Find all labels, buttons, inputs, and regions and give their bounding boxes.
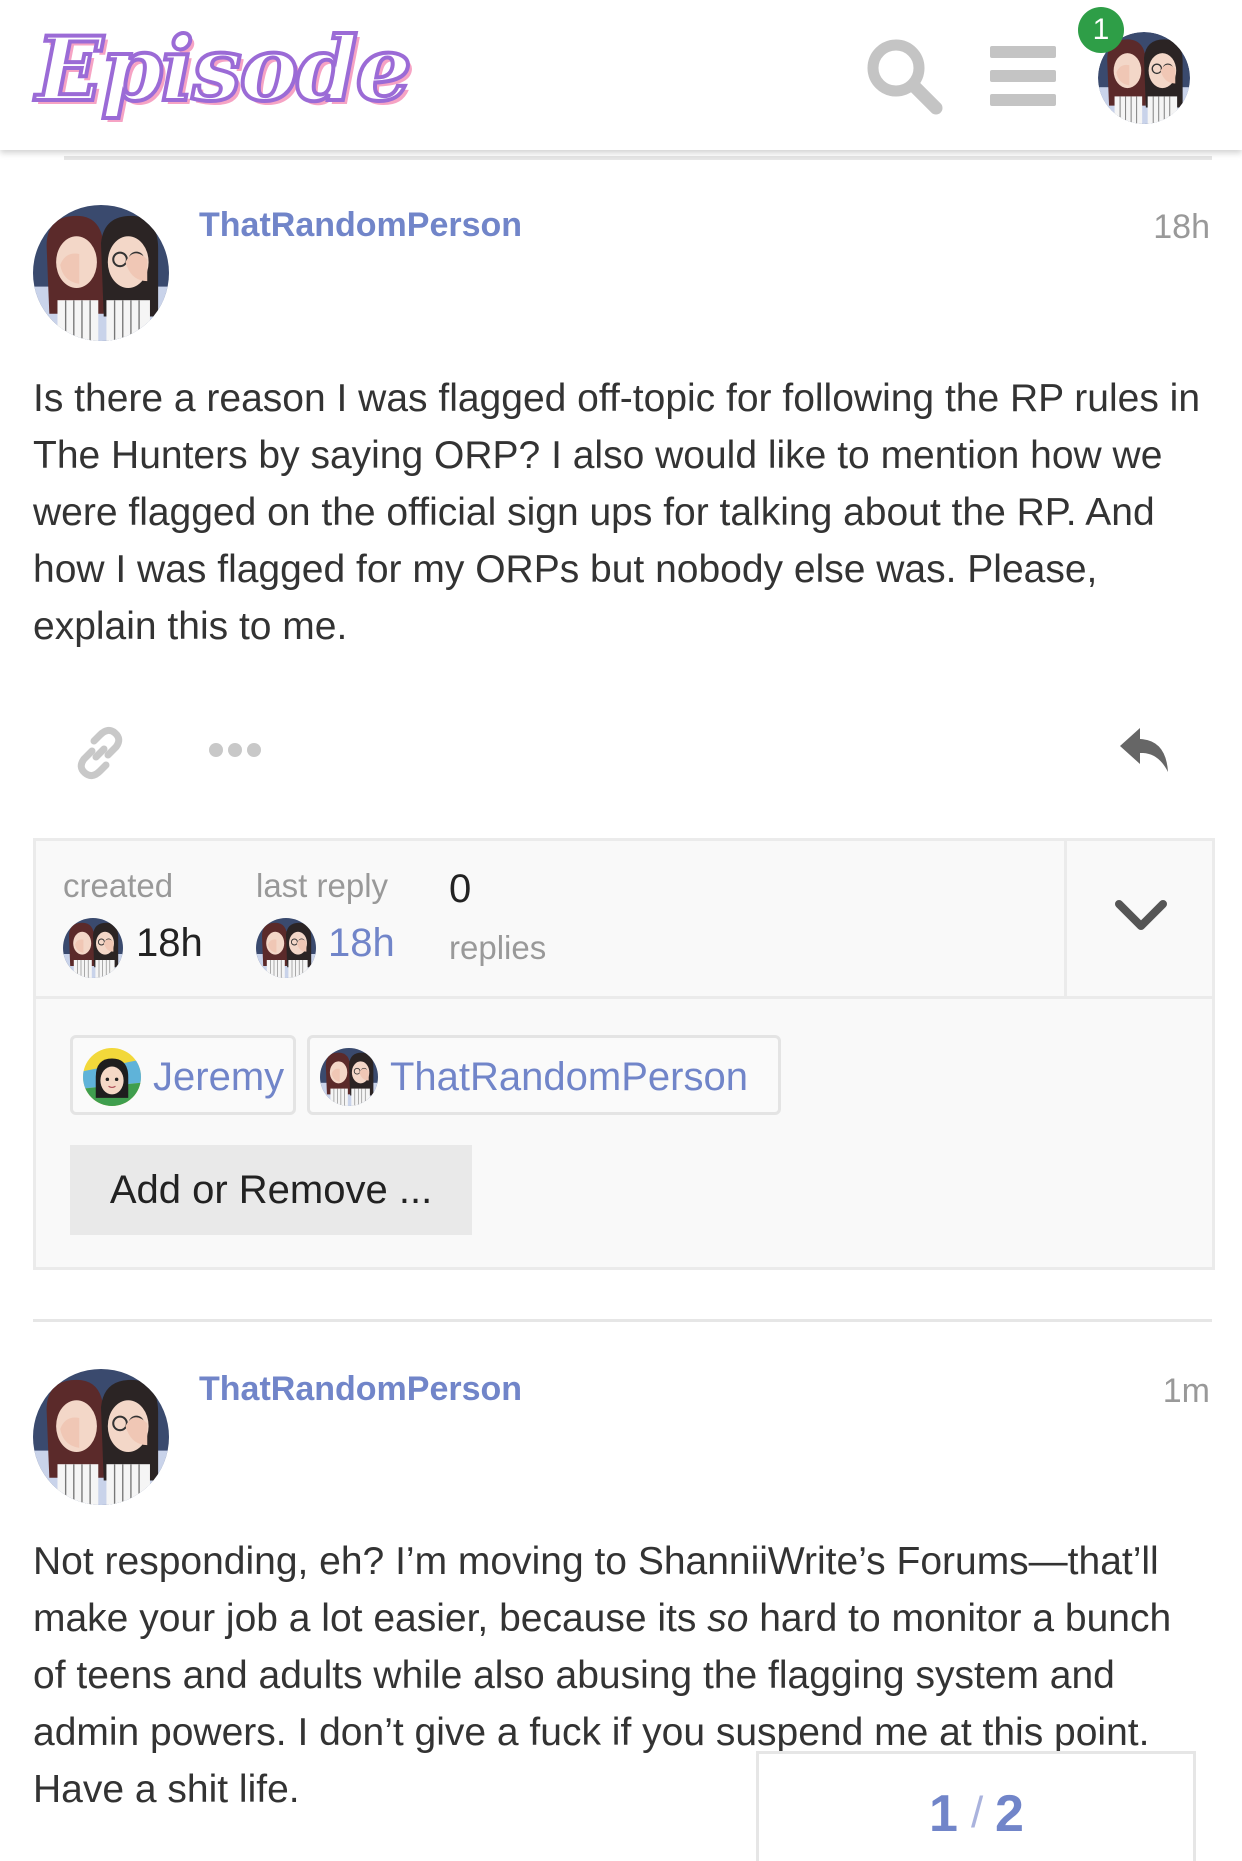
top-divider bbox=[64, 156, 1212, 160]
link-icon[interactable] bbox=[72, 725, 128, 781]
post-time[interactable]: 1m bbox=[1163, 1372, 1210, 1411]
post-body-emphasis: so bbox=[707, 1597, 749, 1640]
last-reply-value[interactable]: 18h bbox=[328, 921, 395, 966]
post-author-avatar[interactable] bbox=[33, 1369, 169, 1505]
last-reply-avatar bbox=[256, 918, 316, 978]
post-body: Is there a reason I was flagged off-topi… bbox=[33, 377, 1201, 648]
chevron-down-icon bbox=[1115, 900, 1167, 930]
participant-avatar bbox=[83, 1048, 141, 1106]
created-value: 18h bbox=[136, 921, 203, 965]
pager-separator: / bbox=[971, 1788, 984, 1837]
replies-label: replies bbox=[449, 929, 547, 966]
expand-summary-button[interactable] bbox=[1064, 841, 1215, 996]
last-reply-label: last reply bbox=[256, 867, 389, 904]
total-posts-number: 2 bbox=[995, 1785, 1024, 1843]
episode-logo[interactable]: Episode bbox=[34, 14, 414, 124]
topic-stats[interactable]: created 18h last reply 18h 0 replies bbox=[36, 841, 1064, 996]
reply-icon[interactable] bbox=[1118, 726, 1172, 776]
replies-count: 0 bbox=[449, 867, 472, 911]
post-author-name[interactable]: ThatRandomPerson bbox=[199, 206, 522, 245]
timeline-pager[interactable]: 1 / 2 bbox=[756, 1751, 1196, 1861]
add-or-remove-button[interactable]: Add or Remove ... bbox=[70, 1145, 472, 1235]
post-author-avatar[interactable] bbox=[33, 205, 169, 341]
participant-name: Jeremy bbox=[153, 1055, 285, 1099]
more-options-icon[interactable] bbox=[208, 740, 262, 760]
hamburger-menu-icon[interactable] bbox=[990, 46, 1056, 106]
participant-name: ThatRandomPerson bbox=[390, 1055, 748, 1099]
topic-summary: created 18h last reply 18h 0 replies Jer… bbox=[33, 838, 1215, 1270]
search-icon[interactable] bbox=[864, 36, 944, 116]
notification-badge[interactable]: 1 bbox=[1078, 7, 1124, 53]
participant-avatar bbox=[320, 1048, 378, 1106]
post-time[interactable]: 18h bbox=[1153, 208, 1210, 247]
participant-chip[interactable]: ThatRandomPerson bbox=[307, 1035, 781, 1115]
app-header: Episode 1 bbox=[0, 0, 1242, 150]
created-avatar bbox=[63, 918, 123, 978]
post-author-name[interactable]: ThatRandomPerson bbox=[199, 1370, 522, 1409]
created-label: created bbox=[63, 867, 174, 904]
post-separator bbox=[33, 1319, 1212, 1322]
participant-chip[interactable]: Jeremy bbox=[70, 1035, 296, 1115]
summary-divider bbox=[36, 996, 1212, 999]
current-post-number: 1 bbox=[929, 1785, 958, 1843]
